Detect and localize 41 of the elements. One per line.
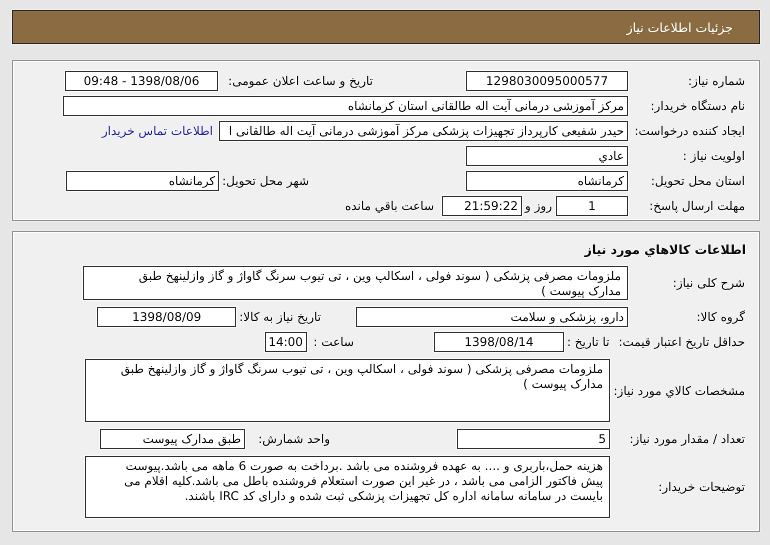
field-label: اولویت نیاز : xyxy=(682,149,746,163)
text-field[interactable]: 14:00 xyxy=(264,332,307,352)
text-field[interactable]: 1398/08/14 xyxy=(434,332,564,352)
text-field[interactable]: حیدر شفیعی کارپرداز تجهیزات پزشکی مرکز آموزشی درمانی آیت اله طالقانی ا xyxy=(219,121,628,141)
text-field[interactable]: 1398/08/06 - 09:48 xyxy=(65,71,218,91)
field-label: ایجاد کننده درخواست: xyxy=(633,124,746,138)
text-field[interactable]: 1298030095000577 xyxy=(466,71,628,91)
field-label: تا تاریخ : xyxy=(566,335,610,349)
field-label: نام دستگاه خریدار: xyxy=(650,99,746,113)
contact-link[interactable]: اطلاعات تماس خریدار xyxy=(102,124,213,138)
text-field[interactable]: 1398/08/09 xyxy=(97,307,236,327)
field-label: روز و xyxy=(524,199,552,213)
field-label: استان محل تحویل: xyxy=(650,174,746,188)
field-label: تعداد / مقدار مورد نیاز: xyxy=(628,432,746,446)
text-field[interactable]: دارو، پزشکی و سلامت xyxy=(356,307,628,327)
text-area[interactable]: ملزومات مصرفی پزشکی ( سوند فولی ، اسکالپ وین ، تی تیوب سرنگ گاواژ و گاز وازلینهخ طبق مدارک پیوست ) xyxy=(83,266,628,300)
field-label: گروه کالا: xyxy=(696,310,746,324)
field-label: تاریخ و ساعت اعلان عمومی: xyxy=(227,74,373,88)
text-area[interactable]: ملزومات مصرفی پزشکی ( سوند فولی ، اسکالپ وین ، تی تیوب سرنگ گاواژ و گاز وازلینهخ طبق مدارک پیوست ) xyxy=(85,359,610,422)
field-label: مشخصات کالاي مورد نیاز: xyxy=(612,384,746,398)
page-title: جزئیات اطلاعات نیاز xyxy=(626,20,733,34)
text-area[interactable]: هزینه حمل،باربری و .... به عهده فروشنده می باشد .برداخت به صورت 6 ماهه می باشد.پیوست پیش فاکتور الزامی می باشد ، در غیر این صورت استعلام فروشنده باطل می باشد.کلیه اقلام می بایست در سامانه سامانه اداره کل تجهیزات پزشکی ثبت شده و دارای کد IRC باشند. xyxy=(85,456,610,518)
field-label: تاریخ نیاز به کالا: xyxy=(238,310,321,324)
text-field[interactable]: عادي xyxy=(466,146,628,166)
text-field[interactable]: کرمانشاه xyxy=(466,171,628,191)
field-label: شماره نیاز: xyxy=(687,74,746,88)
field-label: شرح کلی نیاز: xyxy=(672,276,746,290)
text-field[interactable]: مرکز آموزشی درمانی آیت اله طالقانی استان کرمانشاه xyxy=(63,96,628,116)
text-field[interactable]: 5 xyxy=(457,429,610,449)
field-label: حداقل تاریخ اعتبار قیمت: xyxy=(617,335,746,349)
field-label: توضیحات خریدار: xyxy=(657,480,746,494)
text-field[interactable]: 1 xyxy=(556,196,628,216)
field-label: ساعت باقي مانده xyxy=(344,199,434,213)
section-title: اطلاعات کالاهاي مورد نیاز xyxy=(583,241,747,259)
text-field[interactable]: طبق مدارک پیوست xyxy=(100,429,245,449)
text-field[interactable]: 21:59:22 xyxy=(442,196,522,216)
field-label: ساعت : xyxy=(312,335,354,349)
field-label: مهلت ارسال پاسخ: xyxy=(648,199,746,213)
field-label: واحد شمارش: xyxy=(257,432,330,446)
field-label: شهر محل تحویل: xyxy=(221,174,309,188)
text-field[interactable]: کرمانشاه xyxy=(66,171,220,191)
